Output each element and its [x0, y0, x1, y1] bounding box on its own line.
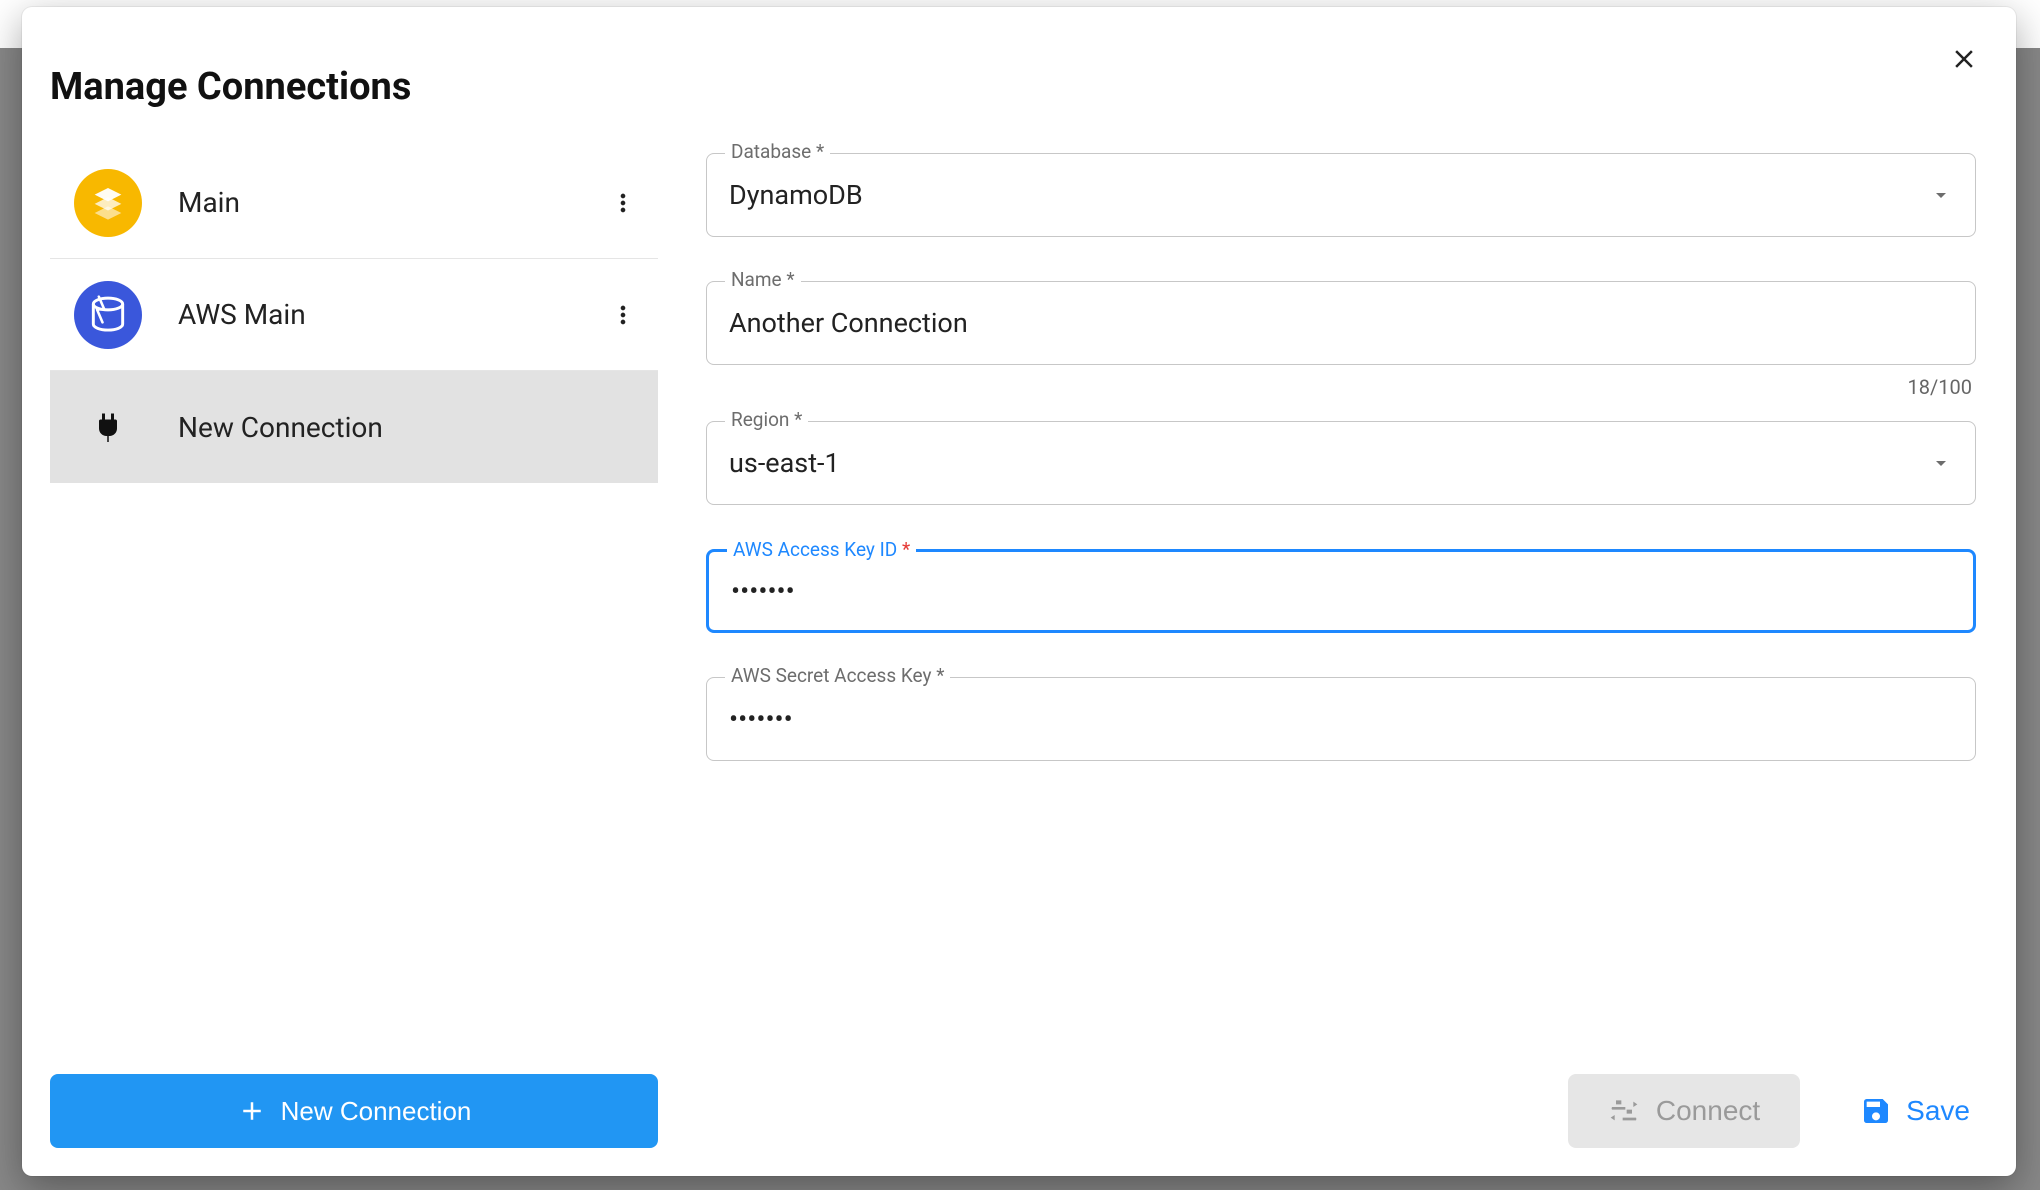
- connection-item-main[interactable]: Main: [50, 147, 658, 259]
- close-icon: [1949, 44, 1979, 74]
- plug-icon: [74, 393, 142, 461]
- save-label: Save: [1906, 1095, 1970, 1127]
- dialog-title: Manage Connections: [50, 65, 1988, 109]
- secret-key-label: AWS Secret Access Key *: [725, 666, 950, 685]
- dynamodb-icon: [74, 281, 142, 349]
- region-select[interactable]: Region * us-east-1: [706, 421, 1976, 505]
- secret-key-input-wrapper: AWS Secret Access Key *: [706, 677, 1976, 761]
- access-key-label: AWS Access Key ID *: [727, 540, 916, 559]
- new-connection-button[interactable]: New Connection: [50, 1074, 658, 1148]
- save-icon: [1860, 1095, 1892, 1127]
- connection-label: AWS Main: [178, 298, 604, 331]
- plus-icon: [237, 1096, 267, 1126]
- chevron-down-icon: [1929, 183, 1953, 207]
- connection-label: Main: [178, 186, 604, 219]
- connection-menu-button[interactable]: [604, 296, 642, 334]
- secret-key-input[interactable]: [729, 703, 1953, 735]
- manage-connections-dialog: Manage Connections Main AWS M: [22, 7, 2016, 1176]
- connect-button[interactable]: Connect: [1568, 1074, 1800, 1148]
- name-input-wrapper: Name *: [706, 281, 1976, 365]
- name-label: Name *: [725, 270, 801, 289]
- database-select[interactable]: Database * DynamoDB: [706, 153, 1976, 237]
- connection-menu-button[interactable]: [604, 184, 642, 222]
- connection-item-aws-main[interactable]: AWS Main: [50, 259, 658, 371]
- access-key-input[interactable]: [731, 575, 1951, 607]
- database-label: Database *: [725, 142, 830, 161]
- chevron-down-icon: [1929, 451, 1953, 475]
- region-label: Region *: [725, 410, 808, 429]
- region-value: us-east-1: [729, 447, 1929, 479]
- save-button[interactable]: Save: [1860, 1095, 1970, 1127]
- connection-label: New Connection: [178, 411, 642, 444]
- connections-sidebar: Main AWS Main: [50, 147, 658, 1054]
- connect-label: Connect: [1656, 1095, 1760, 1127]
- connection-form: Database * DynamoDB Name * 18/100 Region…: [706, 147, 1988, 1054]
- name-input[interactable]: [729, 307, 1953, 339]
- connect-icon: [1608, 1095, 1640, 1127]
- more-vert-icon: [609, 301, 637, 329]
- more-vert-icon: [609, 189, 637, 217]
- close-button[interactable]: [1942, 37, 1986, 81]
- name-char-counter: 18/100: [706, 375, 1976, 399]
- connection-item-new[interactable]: New Connection: [50, 371, 658, 483]
- database-value: DynamoDB: [729, 179, 1929, 211]
- access-key-input-wrapper: AWS Access Key ID *: [706, 549, 1976, 633]
- new-connection-label: New Connection: [281, 1096, 472, 1127]
- bigquery-icon: [74, 169, 142, 237]
